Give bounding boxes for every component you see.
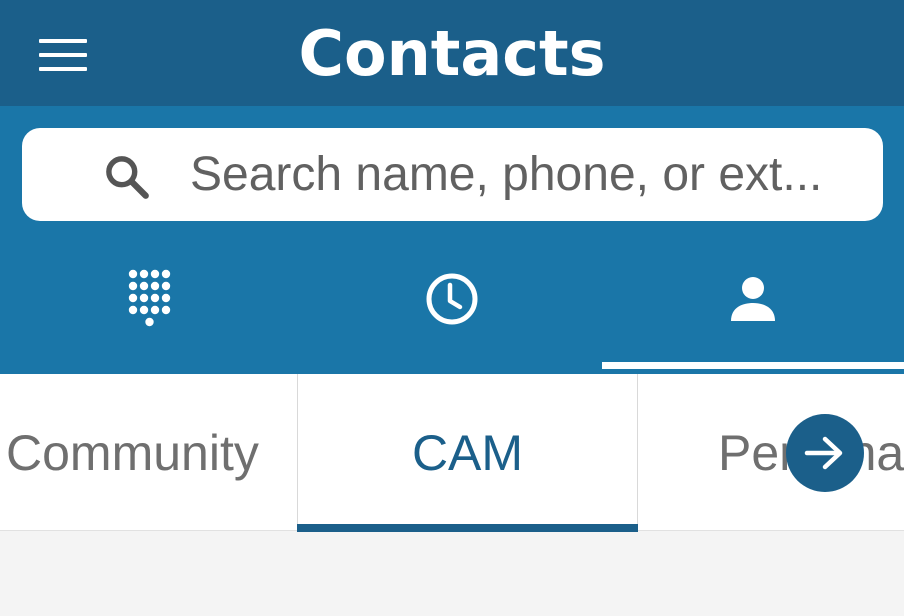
contact-category-tabs: Community CAM Personal xyxy=(0,374,904,531)
tab-personal[interactable]: Personal xyxy=(638,374,904,531)
dialpad-icon xyxy=(128,269,170,327)
app-header: Contacts xyxy=(0,0,904,106)
tab-contacts[interactable] xyxy=(602,236,904,362)
clock-icon xyxy=(426,273,477,325)
tab-cam[interactable]: CAM xyxy=(297,374,638,531)
active-tab-indicator xyxy=(602,362,904,369)
scroll-tabs-right-button[interactable] xyxy=(786,414,864,492)
menu-button[interactable] xyxy=(30,28,96,82)
hamburger-line xyxy=(39,53,87,57)
arrow-right-icon xyxy=(804,436,843,470)
contacts-app: Contacts Search name, phone, or ext... C… xyxy=(0,0,904,616)
contacts-list-area xyxy=(0,532,904,616)
search-input[interactable] xyxy=(190,142,870,206)
hamburger-line xyxy=(39,67,87,71)
search-icon xyxy=(106,156,149,199)
active-category-indicator xyxy=(297,524,638,532)
person-icon xyxy=(731,277,775,321)
hamburger-menu-icon xyxy=(39,39,87,43)
tab-community[interactable]: Community xyxy=(0,374,297,531)
search-box[interactable] xyxy=(22,128,883,221)
tab-recents[interactable] xyxy=(301,236,602,362)
tab-dialpad[interactable] xyxy=(0,236,301,362)
page-title: Contacts xyxy=(298,17,606,90)
